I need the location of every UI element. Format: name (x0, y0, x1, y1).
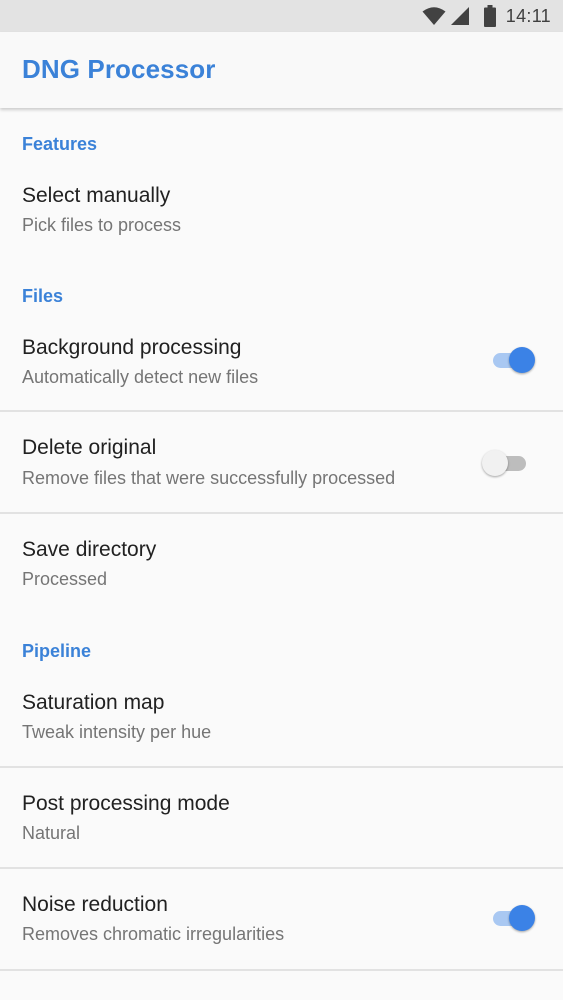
wifi-icon (422, 6, 446, 26)
pref-title: Background processing (22, 336, 242, 359)
switch-thumb (482, 450, 508, 476)
signal-icon (450, 6, 470, 26)
pref-summary: Natural (22, 823, 81, 843)
preferences-list: Features Select manually Pick files to p… (0, 108, 563, 1000)
app-title: DNG Processor (22, 54, 216, 84)
pref-title: Save directory (22, 538, 157, 561)
status-icons: 14:11 (422, 0, 551, 32)
pref-select-manually[interactable]: Select manually Pick files to process (0, 170, 563, 254)
pref-background-processing[interactable]: Background processing Automatically dete… (0, 322, 563, 410)
pref-title: Saturation map (22, 691, 165, 714)
clock: 14:11 (505, 5, 551, 26)
pref-summary: Automatically detect new files (22, 367, 259, 387)
pref-title: Noise reduction (22, 893, 168, 916)
status-bar: 14:11 (0, 0, 563, 32)
pref-summary: Pick files to process (22, 215, 182, 235)
pref-summary: Tweak intensity per hue (22, 722, 212, 742)
pref-post-processing-mode[interactable]: Post processing mode Natural (0, 768, 563, 868)
category-features: Features (22, 134, 98, 154)
pref-summary: Processed (22, 569, 108, 589)
settings-screen: 14:11 DNG Processor Features Select manu… (0, 0, 563, 1000)
pref-summary: Removes chromatic irregularities (22, 924, 285, 944)
battery-icon (483, 5, 496, 27)
pref-title: Post processing mode (22, 792, 230, 815)
background-processing-switch[interactable] (493, 345, 537, 375)
pref-delete-original[interactable]: Delete original Remove files that were s… (0, 412, 563, 512)
pref-title: Select manually (22, 184, 171, 207)
pref-noise-reduction[interactable]: Noise reduction Removes chromatic irregu… (0, 869, 563, 969)
pref-save-directory[interactable]: Save directory Processed (0, 514, 563, 614)
app-bar: DNG Processor (0, 32, 563, 108)
switch-thumb (509, 905, 535, 931)
pref-summary: Remove files that were successfully proc… (22, 468, 396, 488)
pref-saturation-map[interactable]: Saturation map Tweak intensity per hue (0, 676, 563, 765)
category-files: Files (22, 286, 64, 306)
pref-title: Delete original (22, 436, 157, 459)
noise-reduction-switch[interactable] (493, 903, 537, 933)
delete-original-switch[interactable] (482, 448, 526, 478)
divider (0, 969, 563, 971)
switch-thumb (509, 347, 535, 373)
category-pipeline: Pipeline (22, 641, 92, 661)
